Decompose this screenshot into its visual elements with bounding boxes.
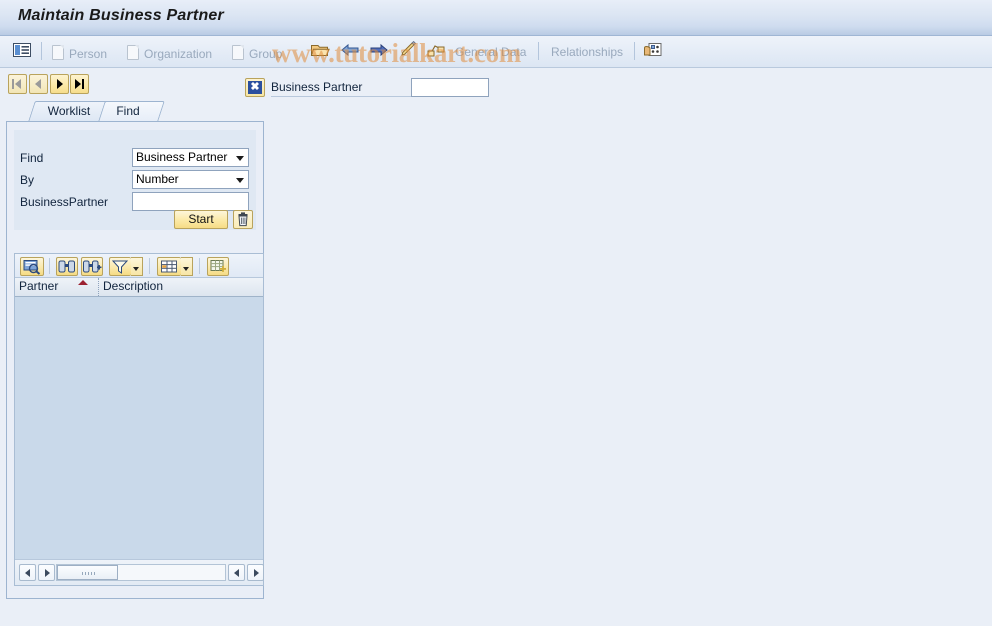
toolbar-separator	[538, 42, 539, 60]
toolbar-item-general-data[interactable]: General Data	[455, 45, 526, 61]
column-header-description[interactable]: Description	[99, 278, 263, 296]
relationship-node-icon[interactable]	[426, 41, 448, 61]
scroll-track[interactable]	[56, 564, 226, 581]
document-icon	[232, 45, 244, 60]
result-grid: Partner Description	[14, 253, 264, 586]
find-label: Find	[20, 151, 44, 165]
grid-horizontal-scrollbar[interactable]	[15, 559, 264, 585]
column-header-partner[interactable]: Partner	[15, 278, 99, 296]
find-binoculars-icon[interactable]	[56, 257, 78, 276]
scroll-page-left-button[interactable]	[228, 564, 245, 581]
filter-dropdown-button[interactable]	[131, 257, 143, 276]
find-next-binoculars-icon[interactable]	[81, 257, 103, 276]
nav-next-button[interactable]	[50, 74, 69, 94]
toolbar-separator	[41, 42, 42, 60]
toolbar-separator	[634, 42, 635, 60]
toolbar-item-organization-label: Organization	[144, 47, 213, 61]
by-label: By	[20, 173, 35, 187]
grid-toolbar-separator	[199, 258, 200, 274]
chevron-down-icon	[133, 267, 139, 271]
grid-toolbar	[15, 254, 263, 278]
record-navigation-bar	[0, 68, 992, 104]
grid-header-row: Partner Description	[15, 278, 263, 297]
scroll-page-right-button[interactable]	[247, 564, 264, 581]
find-row-find: Find Business Partner	[14, 148, 256, 169]
detail-magnifier-icon[interactable]	[20, 257, 44, 276]
application-window: Maintain Business Partner Person Organiz…	[0, 0, 992, 626]
nav-last-button[interactable]	[70, 74, 89, 94]
toolbar-item-general-data-label: General Data	[455, 45, 527, 59]
export-spreadsheet-icon[interactable]	[207, 257, 229, 276]
tab-find[interactable]: Find	[98, 101, 165, 122]
document-icon	[127, 45, 139, 60]
find-select-value: Business Partner	[136, 150, 228, 164]
nav-first-button[interactable]	[8, 74, 27, 94]
grid-toolbar-separator	[49, 258, 50, 274]
close-x-glyph: ✖	[248, 81, 262, 94]
toolbar-item-person[interactable]: Person	[52, 45, 107, 61]
chevron-down-icon	[236, 156, 244, 161]
find-panel: Find Business Partner By Number Business…	[6, 121, 264, 599]
scroll-thumb[interactable]	[57, 565, 118, 580]
column-header-description-label: Description	[103, 279, 164, 293]
trash-icon[interactable]	[233, 210, 253, 229]
toolbar-item-relationships[interactable]: Relationships	[551, 45, 623, 61]
open-folder-icon[interactable]	[310, 41, 332, 61]
pencil-edit-icon[interactable]	[398, 41, 420, 61]
arrow-left-icon[interactable]	[340, 41, 362, 61]
arrow-right-icon[interactable]	[369, 41, 391, 61]
toolbar-item-person-label: Person	[69, 47, 108, 61]
grid-toolbar-separator	[149, 258, 150, 274]
list-detail-icon[interactable]	[12, 41, 34, 61]
scroll-left-button[interactable]	[19, 564, 36, 581]
business-partner-criteria-input[interactable]	[132, 192, 249, 211]
grid-body[interactable]	[15, 297, 263, 559]
toolbar-item-organization[interactable]: Organization	[127, 45, 212, 61]
tab-find-label: Find	[116, 104, 140, 118]
start-button[interactable]: Start	[174, 210, 228, 229]
column-header-partner-label: Partner	[19, 279, 59, 293]
chevron-down-icon	[183, 267, 189, 271]
business-partner-criteria-label: BusinessPartner	[20, 195, 109, 209]
toolbar-item-group-label: Group	[249, 47, 283, 61]
nav-previous-button[interactable]	[29, 74, 48, 94]
document-icon	[52, 45, 64, 60]
tab-strip: Worklist Find	[6, 101, 264, 122]
toolbar-item-group[interactable]: Group	[232, 45, 282, 61]
toolbar-item-relationships-label: Relationships	[551, 45, 624, 59]
scroll-thumb-grip-icon	[82, 572, 95, 575]
find-row-by: By Number	[14, 170, 256, 191]
title-bar: Maintain Business Partner	[0, 0, 992, 36]
sort-ascending-icon	[78, 280, 88, 285]
business-partner-input[interactable]	[411, 78, 489, 97]
filter-funnel-icon[interactable]	[109, 257, 131, 276]
tab-worklist-label: Worklist	[47, 104, 91, 118]
main-toolbar: Person Organization Group General Data R…	[0, 36, 992, 68]
close-x-icon[interactable]: ✖	[245, 78, 265, 97]
find-select[interactable]: Business Partner	[132, 148, 249, 167]
scroll-right-button[interactable]	[38, 564, 55, 581]
by-select[interactable]: Number	[132, 170, 249, 189]
page-title: Maintain Business Partner	[18, 7, 224, 24]
by-select-value: Number	[136, 172, 179, 186]
person-card-icon[interactable]	[643, 41, 665, 61]
chevron-down-icon	[236, 178, 244, 183]
find-criteria-box: Find Business Partner By Number Business…	[14, 130, 256, 230]
layout-dropdown-button[interactable]	[181, 257, 193, 276]
layout-table-icon[interactable]	[157, 257, 181, 276]
